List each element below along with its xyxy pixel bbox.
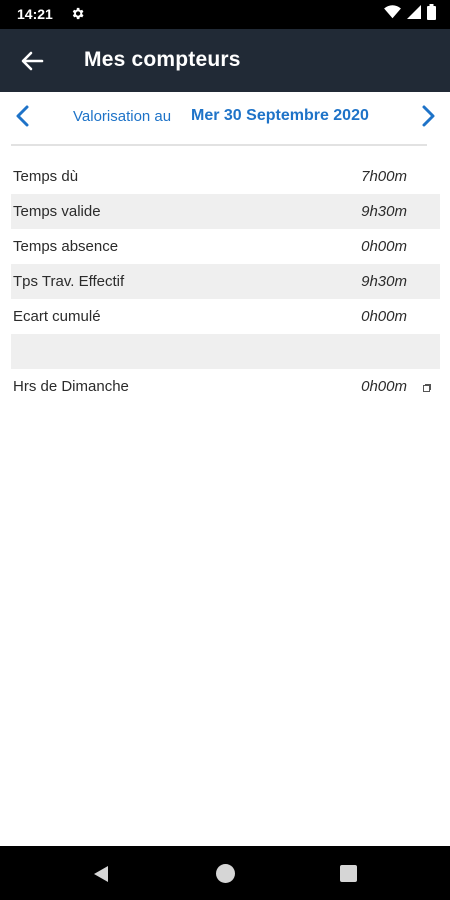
list-item[interactable]: Hrs de Dimanche 0h00m	[11, 369, 440, 404]
list-item[interactable]: Tps Trav. Effectif 9h30m	[11, 264, 440, 299]
counters-list: Temps dù 7h00m Temps valide 9h30m Temps …	[0, 159, 450, 404]
arrow-left-icon	[21, 51, 44, 71]
counter-label: Ecart cumulé	[13, 308, 101, 325]
status-time: 14:21	[17, 6, 53, 22]
wifi-icon	[384, 5, 401, 24]
back-triangle-icon[interactable]	[92, 865, 110, 883]
counter-value: 9h30m	[361, 273, 407, 290]
counter-label: Temps absence	[13, 238, 119, 255]
counter-label: Temps valide	[13, 203, 101, 220]
status-bar: 14:21	[0, 0, 450, 29]
chevron-left-icon	[16, 105, 29, 127]
divider	[11, 144, 427, 146]
list-item[interactable]: Temps absence 0h00m	[11, 229, 440, 264]
counter-value: 0h00m	[361, 308, 407, 325]
list-item[interactable]: Ecart cumulé 0h00m	[11, 299, 440, 334]
home-circle-icon[interactable]	[216, 864, 235, 883]
chevron-right-icon	[422, 105, 435, 127]
list-item[interactable]: Temps dù 7h00m	[11, 159, 440, 194]
counter-value: 0h00m	[361, 378, 407, 395]
counter-label: Tps Trav. Effectif	[13, 273, 125, 290]
date-navigator: Valorisation au Mer 30 Septembre 2020	[0, 92, 450, 146]
system-nav-bar	[0, 846, 450, 900]
gear-icon	[70, 6, 85, 21]
app-bar: Mes compteurs	[0, 29, 450, 92]
valuation-label: Valorisation au	[73, 108, 172, 125]
recents-square-icon[interactable]	[340, 865, 357, 882]
next-date-button[interactable]	[416, 104, 440, 128]
previous-date-button[interactable]	[11, 104, 35, 128]
counter-value: 7h00m	[361, 168, 407, 185]
counter-value: 0h00m	[361, 238, 407, 255]
list-item[interactable]: Temps valide 9h30m	[11, 194, 440, 229]
back-button[interactable]	[18, 47, 46, 75]
battery-icon	[427, 4, 436, 25]
list-item	[11, 334, 440, 369]
page-title: Mes compteurs	[84, 48, 241, 71]
valuation-date[interactable]: Mer 30 Septembre 2020	[191, 107, 369, 125]
signal-icon	[407, 5, 421, 24]
note-icon[interactable]	[423, 379, 431, 392]
counter-label: Temps dù	[13, 168, 79, 185]
counter-label: Hrs de Dimanche	[13, 378, 129, 395]
counter-value: 9h30m	[361, 203, 407, 220]
